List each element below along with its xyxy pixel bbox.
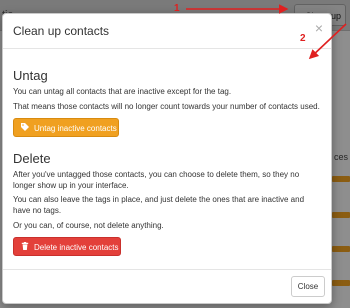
untag-description: You can untag all contacts that are inac… [13, 87, 232, 96]
cleanup-contacts-modal: Clean up contacts × Untag You can untag … [2, 13, 332, 304]
close-button[interactable]: Close [291, 276, 325, 297]
delete-heading: Delete [13, 151, 51, 166]
annotation-marker-1: 1 [174, 3, 180, 14]
delete-button-label: Delete inactive contacts [34, 243, 119, 252]
untag-button-label: Untag inactive contacts [34, 124, 117, 133]
modal-header: Clean up contacts × [3, 14, 331, 49]
delete-alternative: You can also leave the tags in place, an… [13, 195, 305, 215]
delete-inactive-contacts-button[interactable]: Delete inactive contacts [13, 237, 121, 256]
untag-inactive-contacts-button[interactable]: Untag inactive contacts [13, 118, 119, 137]
annotation-marker-2: 2 [300, 33, 306, 44]
tag-icon [21, 119, 29, 138]
modal-title: Clean up contacts [13, 24, 110, 38]
modal-footer: Close [3, 269, 331, 303]
trash-icon [21, 238, 29, 257]
untag-note: That means those contacts will no longer… [13, 102, 320, 111]
delete-description: After you've untagged those contacts, yo… [13, 170, 300, 190]
delete-optional-note: Or you can, of course, not delete anythi… [13, 221, 164, 230]
close-icon[interactable]: × [315, 20, 323, 36]
untag-heading: Untag [13, 68, 48, 83]
